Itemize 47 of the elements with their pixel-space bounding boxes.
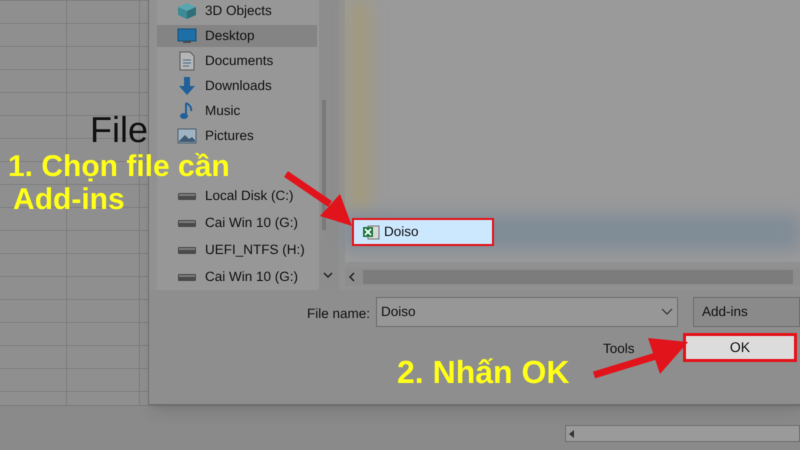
file-name: Doiso xyxy=(384,222,419,241)
nav-item[interactable]: 3D Objects xyxy=(157,0,317,22)
nav-item-label: Local Disk (C:) xyxy=(205,186,294,205)
spreadsheet-file-icon xyxy=(362,224,380,240)
cube-icon xyxy=(177,2,197,20)
file-item[interactable]: Doiso xyxy=(352,218,494,246)
nav-item[interactable]: Downloads xyxy=(157,75,317,97)
nav-item-label: Music xyxy=(205,102,240,120)
ok-button[interactable]: OK xyxy=(683,333,797,362)
drive-icon xyxy=(177,217,197,229)
file-type-dropdown[interactable]: Add-ins xyxy=(693,297,800,327)
annotation-text: 1. Chọn file cần xyxy=(8,150,230,183)
nav-item-label: UEFI_NTFS (H:) xyxy=(205,240,305,259)
music-note-icon xyxy=(179,101,195,121)
cell-text: File xyxy=(90,112,148,148)
annotation-text: Add-ins xyxy=(13,183,125,216)
chevron-down-icon[interactable] xyxy=(661,308,673,316)
nav-item-label: Cai Win 10 (G:) xyxy=(205,214,298,232)
picture-icon xyxy=(177,128,197,144)
chevron-down-icon[interactable] xyxy=(323,271,333,279)
nav-item-label: Desktop xyxy=(205,26,255,45)
nav-item[interactable]: Cai Win 10 (G:) xyxy=(157,212,317,234)
nav-item[interactable]: Local Disk (C:) xyxy=(157,185,317,207)
scroll-left-icon[interactable] xyxy=(568,429,576,439)
nav-item[interactable]: Documents xyxy=(157,50,317,72)
drive-icon xyxy=(177,190,197,202)
drive-icon xyxy=(177,271,197,283)
document-icon xyxy=(179,51,195,71)
file-name-label: File name: xyxy=(306,305,370,323)
monitor-icon xyxy=(177,28,197,44)
tools-menu[interactable]: Tools xyxy=(603,339,635,360)
nav-item[interactable]: Cai Win 10 (G:) xyxy=(157,266,317,288)
nav-item-label: Downloads xyxy=(205,76,272,95)
nav-item[interactable]: Pictures xyxy=(157,125,317,147)
drive-icon xyxy=(177,244,197,256)
nav-item[interactable]: UEFI_NTFS (H:) xyxy=(157,239,317,261)
nav-item-label: Documents xyxy=(205,52,274,70)
chevron-left-icon[interactable] xyxy=(348,272,356,282)
nav-item-label: Cai Win 10 (G:) xyxy=(205,268,298,286)
file-name-field[interactable]: Doiso xyxy=(376,297,678,327)
nav-item-label: 3D Objects xyxy=(205,2,272,20)
annotation-text: 2. Nhấn OK xyxy=(397,354,570,390)
nav-item[interactable]: Music xyxy=(157,100,317,122)
field-value: Doiso xyxy=(381,302,416,321)
nav-item[interactable]: Desktop xyxy=(157,25,317,47)
down-arrow-icon xyxy=(178,76,196,96)
nav-item-label: Pictures xyxy=(205,126,254,145)
